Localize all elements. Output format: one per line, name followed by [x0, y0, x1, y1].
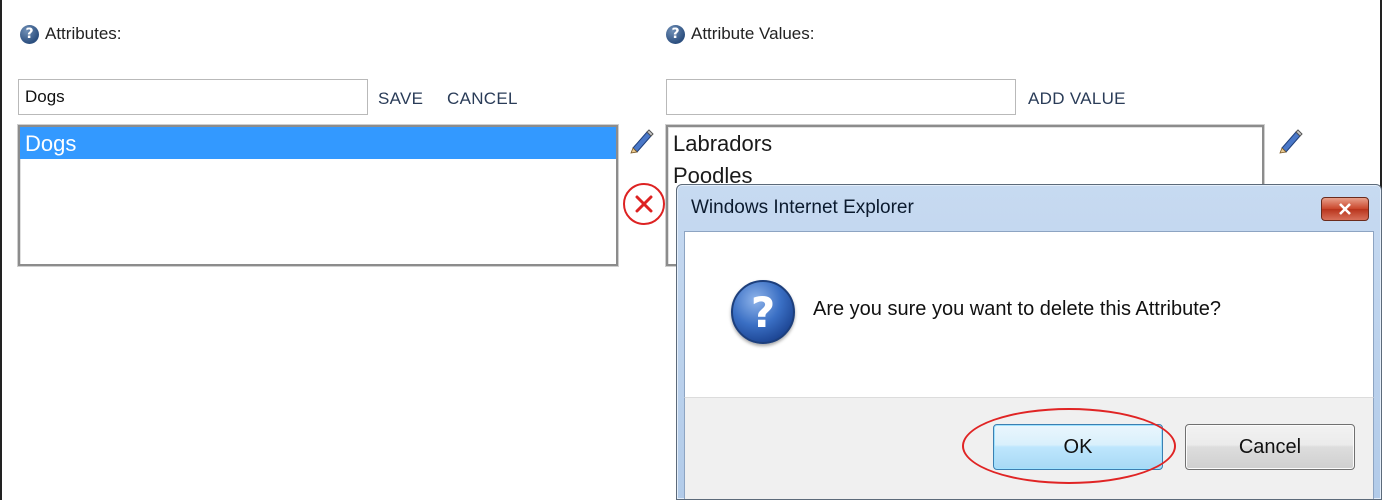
- delete-x-icon[interactable]: [623, 183, 665, 225]
- pencil-icon[interactable]: [627, 126, 655, 154]
- attribute-name-input[interactable]: [18, 79, 368, 115]
- add-value-button[interactable]: ADD VALUE: [1028, 89, 1126, 109]
- close-button[interactable]: [1321, 197, 1369, 221]
- dialog-title: Windows Internet Explorer: [691, 197, 914, 218]
- save-button[interactable]: SAVE: [378, 89, 423, 109]
- attribute-value-input[interactable]: [666, 79, 1016, 115]
- help-circle-icon[interactable]: ?: [666, 24, 685, 44]
- ok-button[interactable]: OK: [993, 424, 1163, 470]
- question-icon: ?: [731, 280, 795, 344]
- list-item[interactable]: Dogs: [20, 127, 616, 159]
- list-item[interactable]: Labradors: [668, 127, 1262, 159]
- pencil-icon[interactable]: [1276, 126, 1304, 154]
- attribute-values-label: ? Attribute Values:: [666, 24, 814, 44]
- confirm-dialog: Windows Internet Explorer ? Are you sure…: [676, 184, 1382, 500]
- cancel-link-button[interactable]: CANCEL: [447, 89, 518, 109]
- dialog-message: Are you sure you want to delete this Att…: [813, 298, 1222, 320]
- attributes-listbox[interactable]: Dogs: [18, 125, 618, 266]
- cancel-button[interactable]: Cancel: [1185, 424, 1355, 470]
- close-icon: [1339, 203, 1351, 215]
- attribute-values-label-text: Attribute Values:: [691, 24, 815, 43]
- help-circle-icon[interactable]: ?: [20, 24, 39, 44]
- attributes-label-text: Attributes:: [45, 24, 122, 43]
- dialog-titlebar[interactable]: Windows Internet Explorer: [677, 185, 1381, 231]
- dialog-body: ? Are you sure you want to delete this A…: [684, 231, 1374, 397]
- attributes-label: ? Attributes:: [20, 24, 122, 44]
- dialog-footer: OK Cancel: [684, 397, 1374, 499]
